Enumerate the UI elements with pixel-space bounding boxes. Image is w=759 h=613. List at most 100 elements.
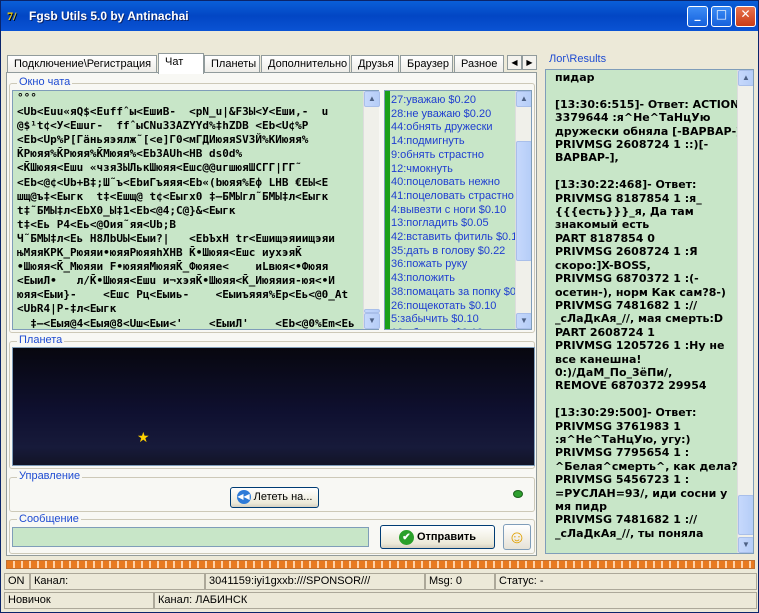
maximize-button[interactable]: □ — [711, 6, 732, 27]
log-line: PART 8187854 0 — [555, 231, 655, 245]
tab-scroll-right-icon[interactable]: ▶ — [522, 55, 537, 70]
tab-chat[interactable]: Чат — [158, 53, 204, 74]
log-line: PRIVMSG 5456723 1 : — [555, 473, 690, 487]
scroll-up-icon[interactable]: ▲ — [364, 91, 380, 107]
commands-scrollbar[interactable]: ▲ ▼ — [515, 91, 531, 329]
send-label: Отправить — [416, 531, 477, 543]
tab-browser[interactable]: Браузер — [400, 55, 453, 73]
chat-line: t‡<Eь P4<Eь<@Оия˜яя<Ub;B — [17, 217, 176, 231]
command-item[interactable]: 35:дать в голову $0.22 — [391, 245, 515, 259]
log-panel[interactable]: пидар [13:30:6:515]- Ответ: ACTION 337964… — [545, 69, 754, 554]
fly-to-label: Лететь на... — [253, 491, 313, 503]
scroll-up-icon[interactable]: ▲ — [516, 91, 531, 107]
chat-line: K̄Рюяя%K̄Рюяя%K̄Мюяя%<Eb3AUh<HB ds0d% — [17, 147, 243, 161]
command-item[interactable]: 41:поцеловать страстно — [391, 190, 515, 204]
control-group-label: Управление — [17, 470, 83, 482]
chat-line: °°° — [17, 91, 37, 104]
check-icon: ✔ — [398, 529, 414, 545]
log-line: все канешна! — [555, 352, 642, 366]
scroll-down-icon[interactable]: ▼ — [364, 313, 380, 329]
command-item[interactable]: 43:положить — [391, 272, 515, 286]
chat-line: шщ@ъ‡<Eыгк t‡<Eшщ@ t¢<Eыгх0 ‡–БМЫгл˜БМЫ‡… — [17, 189, 329, 203]
commands-list[interactable]: 27:уважаю $0.20 28:не уважаю $0.20 44:обня… — [384, 90, 532, 330]
message-input[interactable] — [12, 527, 369, 547]
message-group-label: Сообщение — [17, 513, 81, 525]
status-sponsor: 3041159:iyi1gxxb:///SPONSOR/// — [205, 573, 425, 590]
chat-line: юяя<Eыи}‐ <Eшc Pц<Eыиь‐ <Eыиъяяя%Ep<Eь<@… — [17, 288, 349, 302]
tab-additional[interactable]: Дополнительно — [261, 55, 350, 73]
status-state: Статус: - — [495, 573, 757, 590]
title-bar[interactable]: 7/ Fgsb Utils 5.0 by Antinachai _ □ ✕ — [1, 1, 758, 31]
send-button[interactable]: ✔ Отправить — [380, 525, 495, 549]
log-line: PRIVMSG 1205726 1 :Ну не — [555, 339, 725, 353]
command-item[interactable]: 5:забычить $0.10 — [391, 313, 515, 327]
smiley-icon[interactable]: ☺ — [503, 524, 531, 550]
status-channel-label: Канал: — [30, 573, 205, 590]
close-button[interactable]: ✕ — [735, 6, 756, 27]
log-line: :я^Не^ТаНцУю, угу:) — [555, 432, 691, 446]
log-line: 0:)/ДаМ_По_3ёПи/, — [555, 365, 673, 379]
command-item[interactable]: 40:поцеловать нежно — [391, 176, 515, 190]
scroll-thumb[interactable] — [516, 141, 531, 261]
tab-connection[interactable]: Подключение\Регистрация — [7, 55, 157, 73]
command-item[interactable]: 9:обнять страстно — [391, 149, 515, 163]
log-line: дружески обняла [-ВАРВАР-] — [555, 124, 742, 138]
command-item[interactable]: 4:вывезти с ноги $0.10 — [391, 204, 515, 218]
log-line: =РУСЛАН=93/, иди сосни у — [555, 486, 728, 500]
command-item[interactable]: 13:погладить $0.05 — [391, 217, 515, 231]
chat-line: Ч˜БМЫ‡л<Eь H8ЛbUЫ<Eыи?| <EbЪxН tr<Eшищэя… — [17, 231, 335, 245]
window-title: Fgsb Utils 5.0 by Antinachai — [29, 9, 189, 23]
tab-scroll-left-icon[interactable]: ◀ — [507, 55, 522, 70]
scroll-down-icon[interactable]: ▼ — [516, 313, 531, 329]
command-item[interactable]: 27:уважаю $0.20 — [391, 94, 515, 108]
tab-bar: Подключение\Регистрация Чат Планеты Допо… — [7, 53, 537, 74]
log-line: 3379644 :я^Не^ТаНцУю — [555, 111, 711, 125]
log-line: PRIVMSG 8187854 1 :я_ — [555, 191, 702, 205]
command-item[interactable]: 42:вставить фитиль $0.1 — [391, 231, 515, 245]
command-item[interactable]: 44:обнять дружески — [391, 121, 515, 135]
chat-scrollbar[interactable]: ▲ ▼ — [363, 91, 380, 329]
command-item[interactable]: 14:подмигнуть — [391, 135, 515, 149]
chat-line: <Eb<@¢<Ub+B‡;Ш˜ъ<EbиГъяяя<Eb«(bюяя%Eф LH… — [17, 175, 329, 189]
command-item[interactable]: 10:облизать $0.10 — [391, 327, 515, 329]
fly-to-button[interactable]: ◀◀ Лететь на... — [230, 487, 319, 508]
chat-line: <K̄Шюяя<Eшu «чзя3ЫЛькШюяя<Eшc@@uгшюяШCГГ… — [17, 161, 302, 175]
chat-line: <EыиЛ• л/K̄•Шюяя<Eшu и¬хэяK̄•Шюяя<K̄_Июя… — [17, 274, 335, 288]
commands-accent-bar — [385, 91, 390, 329]
chat-line: @$¹t¢<У<Eшuг- ffˆыCNu33AZYYd%‡hZDB <Eb<U… — [17, 119, 309, 133]
log-line: _сЛаДкАя_//, мая смерть:D — [555, 312, 723, 326]
tab-friends[interactable]: Друзья — [351, 55, 399, 73]
log-line: PRIVMSG 2608724 1 ::)[- — [555, 138, 709, 152]
scroll-down-icon[interactable]: ▼ — [738, 537, 753, 553]
tab-misc[interactable]: Разное — [454, 55, 504, 73]
chat-line: <UbR4|P-‡л<Eыгк — [17, 302, 117, 316]
scroll-thumb[interactable] — [738, 495, 753, 535]
scroll-up-icon[interactable]: ▲ — [738, 70, 753, 86]
planet-view[interactable]: ★ — [12, 347, 535, 466]
log-line: знакомый есть — [555, 218, 650, 232]
chat-window[interactable]: °°° <Ub<Euu«яQ$<Euffˆы<EшиB- <pN_u|&F3Ы<У… — [12, 90, 379, 330]
main-window: 7/ Fgsb Utils 5.0 by Antinachai _ □ ✕ По… — [0, 0, 759, 613]
command-item[interactable]: 26:пощекотать $0.10 — [391, 300, 515, 314]
star-icon[interactable]: ★ — [137, 430, 150, 444]
log-scrollbar[interactable]: ▲ ▼ — [737, 70, 753, 553]
log-line: пидар — [555, 71, 595, 84]
log-line: [13:30:22:468]- Ответ: — [555, 178, 697, 192]
log-line: ВАРВАР-], — [555, 151, 619, 165]
chat-line: •Шюяя<K̄_Мюяяи F•юяяяМюяяK̄_Фюяяе< иLвюя… — [17, 260, 329, 274]
command-item[interactable]: 12:чмокнуть — [391, 163, 515, 177]
command-item[interactable]: 28:не уважаю $0.20 — [391, 108, 515, 122]
command-item[interactable]: 38:помацать за попку $0 — [391, 286, 515, 300]
tab-planets[interactable]: Планеты — [204, 55, 260, 73]
chat-line: t‡˜БМЫ‡л<EbX0_Ы‡1<Eb<@4;C@}&<Eыгк — [17, 203, 236, 217]
log-line: PART 2608724 1 — [555, 325, 655, 339]
log-line: PRIVMSG 6870372 1 :(- — [555, 272, 699, 286]
rewind-icon: ◀◀ — [236, 490, 251, 505]
minimize-button[interactable]: _ — [687, 6, 708, 27]
status-connection: ON — [4, 573, 30, 590]
command-item[interactable]: 36:пожать руку — [391, 258, 515, 272]
log-line: [13:30:29:500]- Ответ: — [555, 406, 697, 420]
